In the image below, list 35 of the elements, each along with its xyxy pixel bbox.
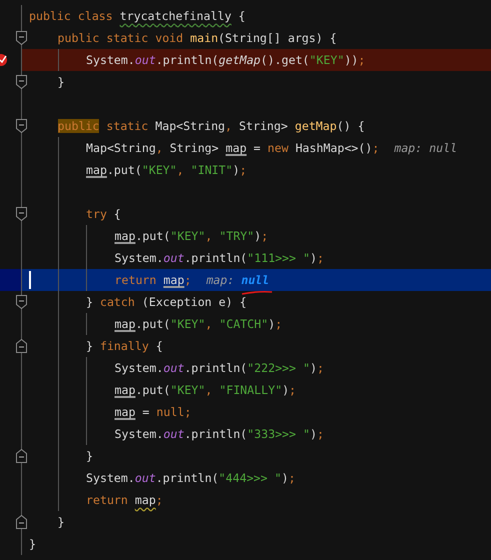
code-line: } catch (Exception e) { bbox=[86, 295, 247, 309]
code-line: map.put("KEY", "CATCH"); bbox=[114, 317, 282, 331]
code-line: public class trycatchefinally { bbox=[29, 9, 246, 23]
code-line: public static Map<String, String> getMap() { bbox=[58, 119, 365, 133]
fold-marker-icon[interactable] bbox=[16, 119, 27, 133]
code-line: System.out.println("111>>> "); bbox=[114, 251, 324, 265]
code-line: public static void main(String[] args) { bbox=[58, 31, 337, 45]
value-hint: map: null bbox=[206, 273, 270, 287]
code-line: } bbox=[58, 75, 64, 89]
code-line: } bbox=[86, 449, 93, 463]
code-line: } bbox=[58, 515, 64, 529]
fold-marker-icon[interactable] bbox=[16, 295, 27, 309]
code-line: return map; bbox=[86, 493, 163, 507]
code-line: map.put("KEY", "FINALLY"); bbox=[114, 383, 296, 397]
breakpoint-icon[interactable] bbox=[0, 53, 8, 67]
fold-marker-icon[interactable] bbox=[16, 207, 27, 221]
code-line: Map<String, String> map = new HashMap<>(); bbox=[86, 141, 380, 155]
code-line: } bbox=[29, 537, 36, 551]
code-line: System.out.println("222>>> "); bbox=[114, 361, 324, 375]
fold-marker-icon[interactable] bbox=[16, 449, 27, 463]
code-line: return map; bbox=[114, 273, 192, 287]
value-hint: map: null bbox=[394, 141, 458, 155]
code-line: System.out.println("444>>> "); bbox=[86, 471, 296, 485]
fold-marker-icon[interactable] bbox=[16, 75, 27, 89]
code-line: try { bbox=[86, 207, 121, 221]
code-line: } finally { bbox=[86, 339, 163, 353]
fold-marker-icon[interactable] bbox=[16, 339, 27, 353]
text-cursor bbox=[29, 271, 31, 289]
code-line: System.out.println("333>>> "); bbox=[114, 427, 324, 441]
code-line: map.put("KEY", "TRY"); bbox=[114, 229, 268, 243]
code-line: map.put("KEY", "INIT"); bbox=[86, 163, 247, 177]
fold-marker-icon[interactable] bbox=[16, 31, 27, 45]
fold-marker-icon[interactable] bbox=[16, 515, 27, 529]
code-line: map = null; bbox=[114, 405, 192, 419]
code-line: System.out.println(getMap().get("KEY")); bbox=[86, 53, 366, 67]
